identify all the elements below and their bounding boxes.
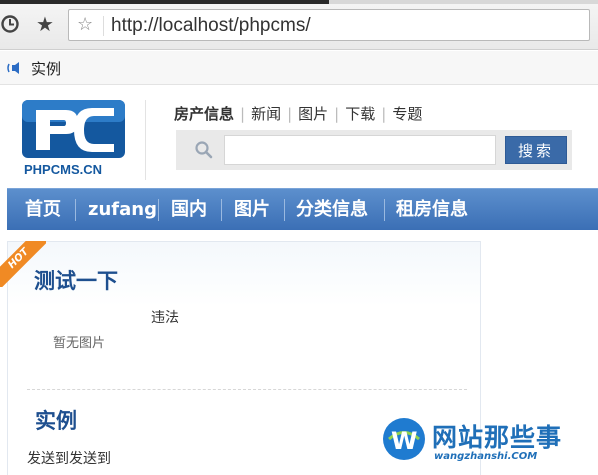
category-link-3[interactable]: 图片 — [298, 103, 328, 124]
svg-text:PHPCMS.CN: PHPCMS.CN — [24, 162, 102, 177]
watermark-title: 网站那些事 — [432, 423, 563, 452]
article-link-2[interactable]: 发送到发送到 — [27, 448, 111, 468]
nav-item-domestic[interactable]: 国内 — [171, 189, 207, 231]
nav-item-images[interactable]: 图片 — [234, 189, 270, 231]
nav-item-classifieds[interactable]: 分类信息 — [296, 189, 368, 231]
category-link-2[interactable]: 新闻 — [251, 103, 281, 124]
browser-toolbar: ★ ☆ http://localhost/phpcms/ — [0, 0, 598, 50]
category-link-4[interactable]: 下载 — [345, 103, 375, 124]
header-divider — [145, 100, 146, 180]
article-link[interactable]: 违法 — [151, 307, 179, 327]
section-title[interactable]: 测试一下 — [34, 265, 118, 295]
section-divider — [27, 389, 467, 390]
category-links: 房产信息 | 新闻 | 图片 | 下载 | 专题 — [174, 103, 423, 124]
category-link-1[interactable]: 房产信息 — [174, 103, 234, 124]
star-filled-icon[interactable]: ★ — [35, 14, 55, 34]
no-image-placeholder: 暂无图片 — [53, 336, 106, 351]
search-button[interactable]: 搜索 — [505, 136, 567, 164]
search-box: 搜索 — [176, 130, 572, 170]
section-title-2[interactable]: 实例 — [35, 405, 77, 435]
search-icon — [194, 140, 214, 160]
watermark-logo-icon: W — [381, 416, 427, 462]
nav-item-zufang[interactable]: zufang — [88, 189, 157, 231]
bookmarks-bar: 实例 — [0, 51, 598, 85]
address-divider — [103, 16, 104, 36]
nav-item-rentals[interactable]: 租房信息 — [396, 189, 468, 231]
search-input[interactable] — [224, 135, 496, 165]
watermark-subtitle: wangzhanshi.COM — [434, 451, 538, 462]
address-bar[interactable]: ☆ http://localhost/phpcms/ — [68, 9, 590, 41]
history-icon[interactable] — [0, 14, 20, 34]
watermark: W 网站那些事 wangzhanshi.COM — [376, 408, 598, 475]
svg-text:W: W — [391, 427, 417, 455]
site-logo[interactable]: PHPCMS.CN — [22, 100, 125, 178]
speaker-icon — [7, 60, 23, 76]
bookmark-item[interactable]: 实例 — [31, 58, 61, 79]
category-link-5[interactable]: 专题 — [392, 103, 422, 124]
star-outline-icon[interactable]: ☆ — [77, 15, 93, 35]
nav-item-home[interactable]: 首页 — [25, 189, 61, 231]
address-url[interactable]: http://localhost/phpcms/ — [111, 15, 311, 37]
main-nav: 首页 zufang 国内 图片 分类信息 租房信息 — [7, 188, 598, 230]
